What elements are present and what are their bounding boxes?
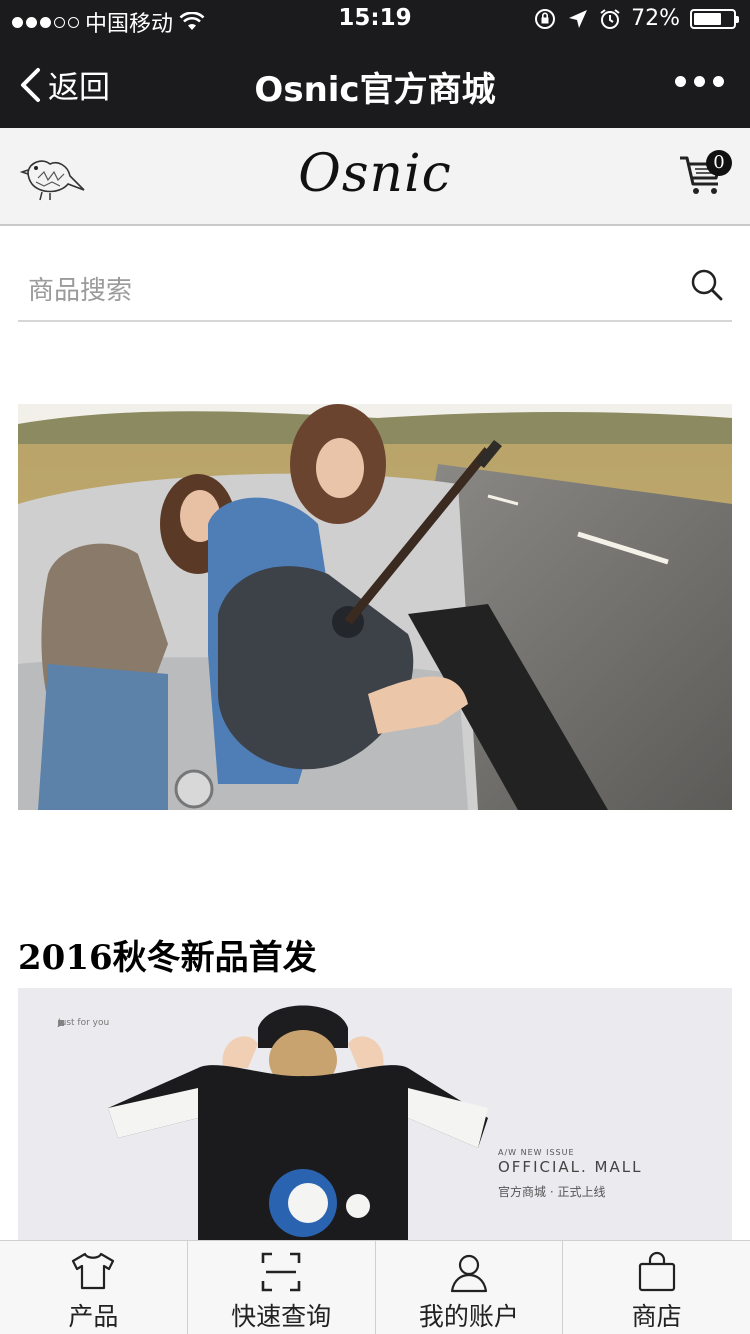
promo-subline: 官方商城 · 正式上线 bbox=[498, 1185, 606, 1199]
search-icon[interactable] bbox=[690, 268, 724, 302]
promo-new-issue: A/W NEW ISSUE bbox=[498, 1148, 575, 1157]
tab-label: 快速查询 bbox=[231, 1302, 332, 1331]
promo-small-text: Just for you bbox=[58, 1018, 110, 1028]
tab-store[interactable]: 商店 bbox=[563, 1241, 750, 1334]
promo-illustration bbox=[18, 988, 732, 1248]
search-input[interactable] bbox=[18, 262, 658, 320]
promo-banner[interactable]: Just for you A/W NEW ISSUE OFFICIAL. MAL… bbox=[18, 988, 732, 1248]
bag-icon bbox=[638, 1251, 675, 1292]
page-title: Osnic官方商城 bbox=[254, 70, 496, 110]
store-header: Osnic 0 bbox=[0, 128, 750, 226]
rotation-lock-icon bbox=[535, 8, 556, 29]
tab-my-account[interactable]: 我的账户 bbox=[376, 1241, 564, 1334]
user-icon bbox=[450, 1254, 487, 1293]
tab-products[interactable]: 产品 bbox=[0, 1241, 188, 1334]
battery-icon bbox=[690, 8, 739, 29]
scan-icon bbox=[261, 1252, 301, 1292]
alarm-icon bbox=[600, 8, 620, 29]
more-dot bbox=[694, 76, 705, 87]
status-right: 72% bbox=[533, 6, 739, 31]
tab-label: 我的账户 bbox=[418, 1302, 519, 1331]
more-menu-button[interactable] bbox=[675, 76, 724, 87]
hero-illustration bbox=[18, 404, 732, 810]
battery-percent: 72% bbox=[631, 6, 680, 31]
cart-button[interactable]: 0 bbox=[678, 150, 732, 202]
tab-label: 产品 bbox=[68, 1302, 119, 1331]
nav-bar: 返回 Osnic官方商城 bbox=[0, 40, 750, 128]
more-dot bbox=[675, 76, 686, 87]
location-icon bbox=[569, 9, 588, 28]
section-title: 2016秋冬新品首发 bbox=[18, 938, 317, 978]
more-dot bbox=[713, 76, 724, 87]
hero-banner-image[interactable] bbox=[18, 404, 732, 810]
tab-label: 商店 bbox=[631, 1302, 682, 1331]
status-bar: 中国移动 15:19 72% bbox=[0, 0, 750, 40]
tshirt-icon bbox=[72, 1252, 115, 1290]
tab-quick-query[interactable]: 快速查询 bbox=[188, 1241, 376, 1334]
promo-headline: OFFICIAL. MALL bbox=[498, 1158, 643, 1176]
cart-count-badge: 0 bbox=[706, 150, 732, 176]
search-bar bbox=[18, 262, 732, 322]
bottom-tab-bar: 产品 快速查询 我的账户 商店 bbox=[0, 1240, 750, 1334]
brand-logo[interactable]: Osnic bbox=[0, 144, 750, 204]
